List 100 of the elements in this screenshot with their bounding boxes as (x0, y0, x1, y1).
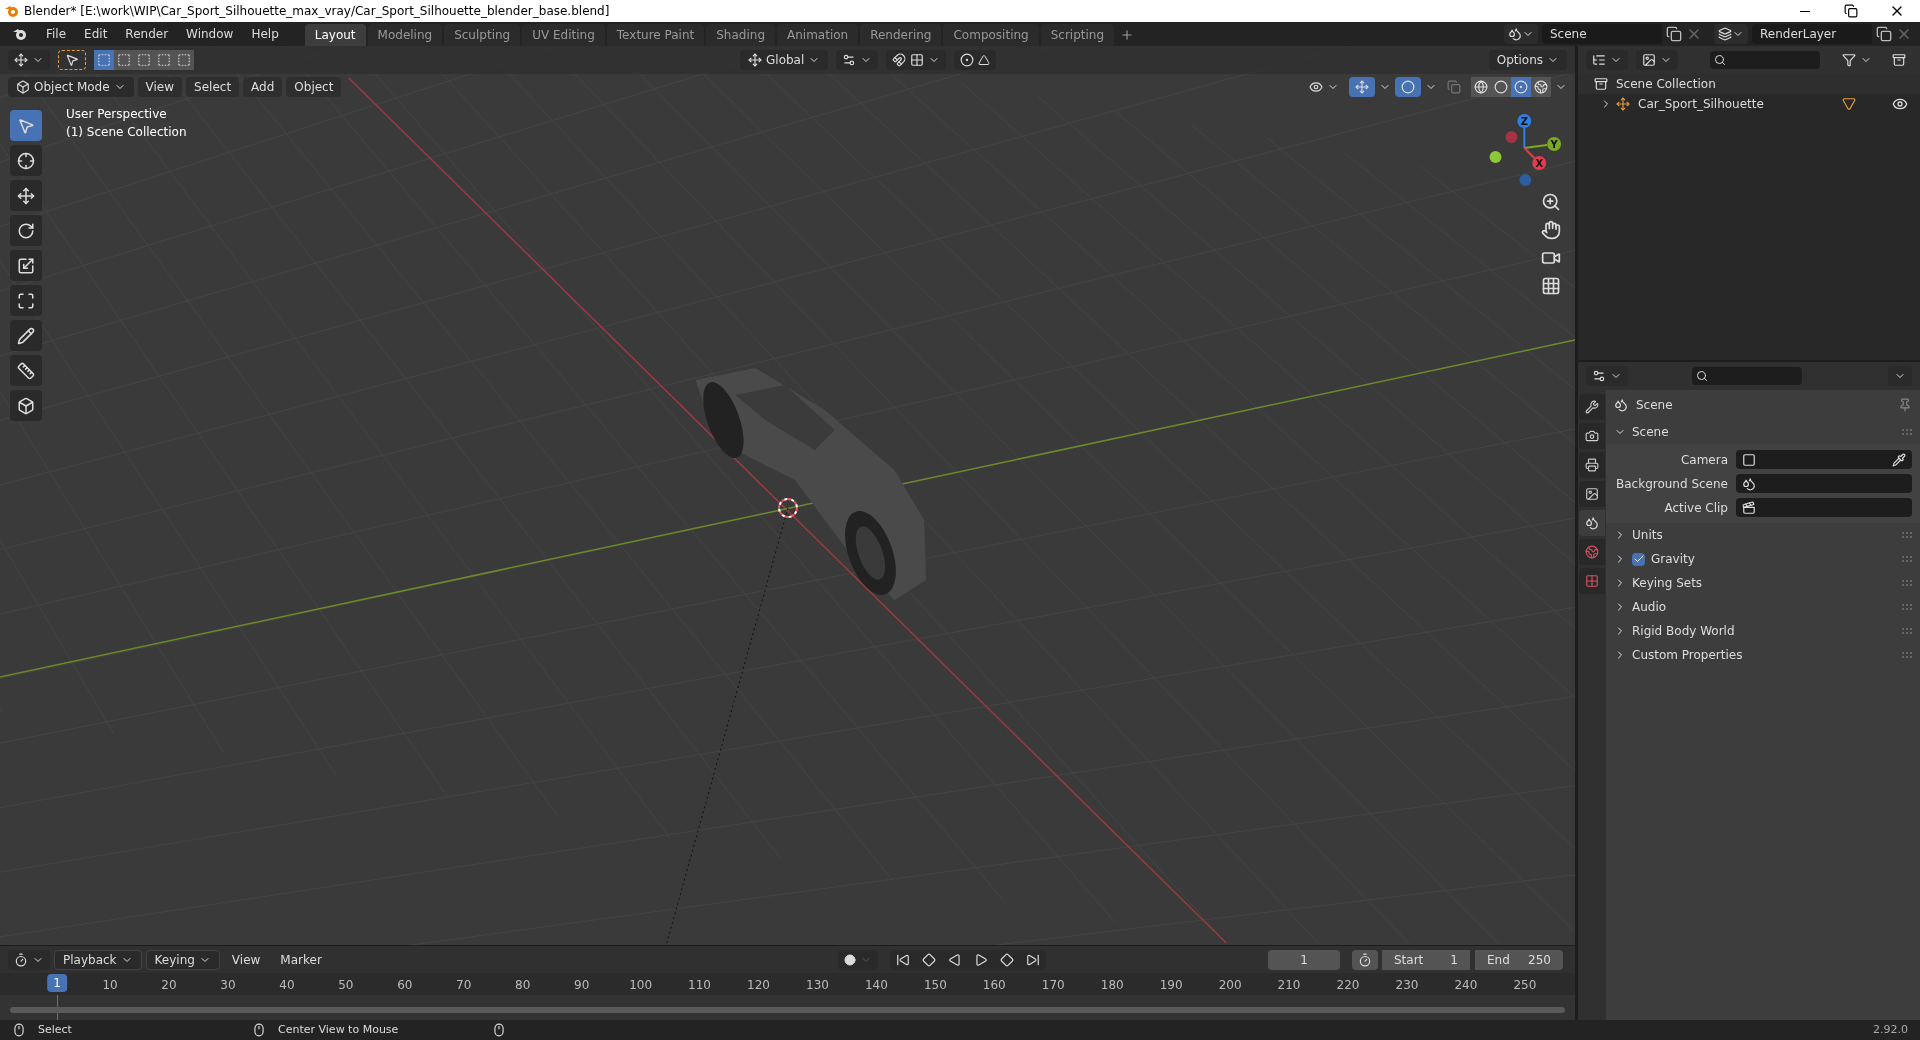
drag-handle-icon[interactable] (1902, 532, 1912, 538)
eye-icon[interactable] (1892, 96, 1908, 112)
playhead[interactable]: 1 (47, 974, 67, 992)
properties-tab[interactable] (1579, 481, 1605, 507)
pivot-button[interactable] (836, 50, 879, 70)
header-menu[interactable]: View (137, 77, 183, 97)
select-mode-button[interactable] (114, 50, 134, 70)
blender-logo-icon[interactable] (12, 26, 28, 42)
display-mode-button[interactable] (1636, 50, 1678, 70)
header-menu[interactable]: Add (243, 77, 283, 97)
tool-button[interactable] (10, 390, 42, 421)
end-frame-field[interactable]: End 250 (1475, 949, 1563, 970)
workspace-tab[interactable]: Animation (777, 24, 859, 46)
menu-item[interactable]: Edit (76, 22, 116, 46)
transform-orientation-dropdown[interactable]: Global (740, 50, 829, 70)
outliner-search-field[interactable] (1710, 51, 1820, 69)
editor-type-button[interactable] (8, 949, 50, 970)
tool-button[interactable] (10, 180, 42, 211)
properties-tab[interactable] (1579, 510, 1605, 536)
timeline-scrollbar[interactable] (10, 1007, 1565, 1013)
shading-mode-button[interactable] (1491, 77, 1511, 97)
drag-handle-icon[interactable] (1902, 652, 1912, 658)
panel-header[interactable]: Custom Properties (1606, 643, 1920, 667)
property-field[interactable] (1736, 474, 1912, 493)
tool-button[interactable] (10, 215, 42, 246)
tool-button[interactable] (10, 355, 42, 386)
editor-type-button[interactable] (1586, 50, 1628, 70)
workspace-tab[interactable]: Compositing (943, 24, 1039, 46)
timeline-menu[interactable]: Marker (272, 949, 330, 970)
timeline-menu[interactable]: View (223, 949, 269, 970)
duplicate-icon[interactable] (1876, 26, 1892, 42)
drag-handle-icon[interactable] (1902, 429, 1912, 435)
outliner-row[interactable]: Car_Sport_Silhouette (1578, 94, 1920, 114)
editor-type-button[interactable] (8, 50, 50, 70)
property-field[interactable] (1736, 450, 1912, 469)
workspace-tab[interactable]: Shading (706, 24, 775, 46)
tool-button[interactable] (10, 285, 42, 316)
start-frame-field[interactable]: Start 1 (1382, 949, 1470, 970)
auto-key-button[interactable] (837, 949, 878, 970)
workspace-tab[interactable]: Scripting (1040, 24, 1115, 46)
overlay-toggle[interactable] (1395, 77, 1421, 97)
tool-button[interactable] (10, 145, 42, 176)
shading-mode-button[interactable] (1511, 77, 1531, 97)
menu-item[interactable]: File (38, 22, 75, 46)
header-menu[interactable]: Object (286, 77, 342, 97)
snap-button[interactable] (886, 50, 947, 70)
shading-mode-button[interactable] (1471, 77, 1491, 97)
shading-mode-button[interactable] (1531, 77, 1551, 97)
menu-item[interactable]: Render (117, 22, 177, 46)
select-mode-button[interactable] (174, 50, 194, 70)
tool-button[interactable] (10, 250, 42, 281)
3d-viewport[interactable]: Z Y X Global Options Object Mode View Select Add Object User Perspective (1) Scene Collection (0, 46, 1575, 945)
view-layer-field[interactable]: RenderLayer (1752, 24, 1872, 44)
workspace-tab[interactable]: Rendering (860, 24, 942, 46)
properties-tab[interactable] (1579, 452, 1605, 478)
drag-handle-icon[interactable] (1902, 580, 1912, 586)
mode-dropdown[interactable]: Object Mode (8, 77, 134, 97)
properties-tab[interactable] (1579, 423, 1605, 449)
navigation-gizmo[interactable]: Z Y X (1489, 114, 1562, 186)
active-tool-button[interactable] (58, 50, 86, 70)
panel-header[interactable]: Keying Sets (1606, 571, 1920, 595)
properties-search-field[interactable] (1692, 367, 1802, 385)
property-field[interactable] (1736, 498, 1912, 517)
view-layer-type-button[interactable] (1714, 24, 1748, 44)
eyedropper-icon[interactable] (1892, 452, 1906, 467)
outliner-row[interactable]: Scene Collection (1578, 74, 1920, 94)
drag-handle-icon[interactable] (1902, 604, 1912, 610)
hand-icon[interactable] (1541, 220, 1561, 240)
workspace-tab[interactable]: Sculpting (444, 24, 521, 46)
pin-icon[interactable] (1898, 398, 1912, 412)
panel-header[interactable]: Scene (1606, 420, 1920, 444)
editor-type-button[interactable] (1586, 366, 1628, 386)
duplicate-icon[interactable] (1666, 26, 1682, 42)
panel-header[interactable]: Audio (1606, 595, 1920, 619)
workspace-tab[interactable]: UV Editing (522, 24, 605, 46)
gravity-checkbox[interactable] (1632, 552, 1645, 566)
workspace-tab[interactable]: Layout (304, 24, 366, 46)
workspace-tab[interactable]: Modeling (367, 24, 443, 46)
scene-type-button[interactable] (1504, 24, 1538, 44)
properties-tab[interactable] (1579, 394, 1605, 420)
zoom-icon[interactable] (1541, 192, 1561, 212)
timeline-menu[interactable]: Playback (54, 949, 142, 970)
gizmo-toggle[interactable] (1349, 77, 1375, 97)
grid-icon[interactable] (1541, 276, 1561, 296)
scene-field[interactable]: Scene (1542, 24, 1662, 44)
options-dropdown[interactable]: Options (1488, 50, 1567, 70)
drag-handle-icon[interactable] (1902, 628, 1912, 634)
preview-range-button[interactable] (1352, 949, 1378, 970)
header-menu[interactable]: Select (186, 77, 240, 97)
current-frame-field[interactable]: 1 (1268, 949, 1340, 970)
menu-item[interactable]: Help (243, 22, 287, 46)
panel-header[interactable]: Units (1606, 523, 1920, 547)
options-dropdown[interactable] (1888, 366, 1912, 386)
workspace-tab[interactable]: Texture Paint (606, 24, 705, 46)
menu-item[interactable]: Window (178, 22, 242, 46)
panel-header[interactable]: Gravity (1606, 547, 1920, 571)
timeline-menu[interactable]: Keying (145, 949, 220, 970)
proportional-edit-button[interactable] (954, 50, 997, 70)
drag-handle-icon[interactable] (1902, 556, 1912, 562)
panel-header[interactable]: Rigid Body World (1606, 619, 1920, 643)
